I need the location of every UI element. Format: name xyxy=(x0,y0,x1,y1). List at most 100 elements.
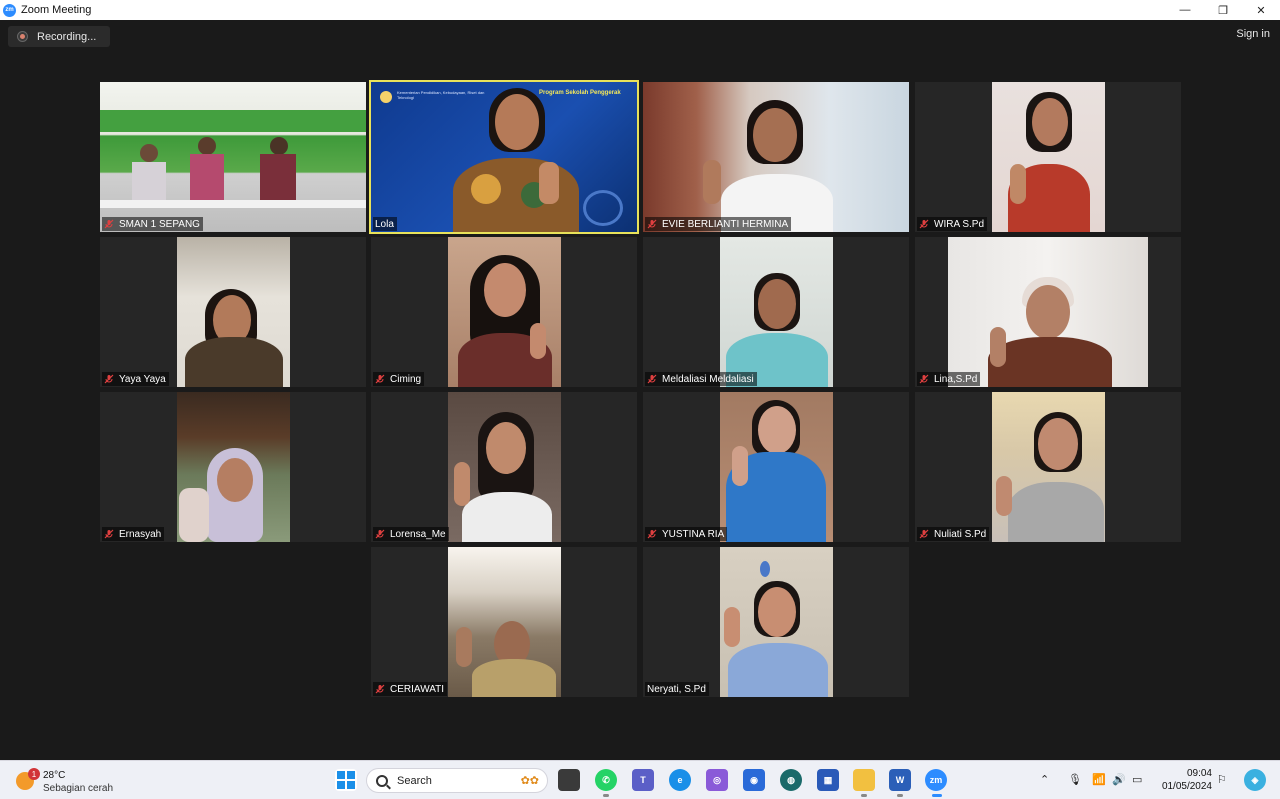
show-hidden-icons-icon[interactable]: ⌃ xyxy=(1040,773,1049,786)
video-feed xyxy=(720,392,833,542)
muted-mic-icon xyxy=(647,374,657,384)
muted-mic-icon xyxy=(375,374,385,384)
participant-name-tag: Nuliati S.Pd xyxy=(917,527,990,541)
search-label: Search xyxy=(397,774,432,787)
sign-in-link[interactable]: Sign in xyxy=(1236,28,1270,40)
muted-mic-icon xyxy=(919,529,929,539)
video-tile[interactable]: Nuliati S.Pd xyxy=(915,392,1181,542)
video-tile-active-speaker[interactable]: Kementerian Pendidikan, Kebudayaan, Rise… xyxy=(369,80,639,234)
wifi-icon[interactable]: 📶 xyxy=(1092,773,1106,786)
participant-name-tag: Lina,S.Pd xyxy=(917,372,981,386)
windows-taskbar: 1 28°C Sebagian cerah Search ✿✿ ✆ T e ◎ … xyxy=(0,760,1280,799)
weather-description: Sebagian cerah xyxy=(43,783,114,794)
video-feed xyxy=(643,82,909,232)
copilot-icon[interactable]: ◎ xyxy=(706,769,728,791)
muted-mic-icon xyxy=(104,374,114,384)
video-feed xyxy=(448,547,561,697)
volume-icon[interactable]: 🔊 xyxy=(1112,773,1126,786)
participant-name-tag: Lola xyxy=(373,217,397,231)
participant-name: Lorensa_Me xyxy=(390,528,446,540)
running-indicator xyxy=(861,794,867,797)
video-tile[interactable]: Neryati, S.Pd xyxy=(643,547,909,697)
task-view-icon[interactable] xyxy=(558,769,580,791)
video-tile[interactable]: Ernasyah xyxy=(100,392,366,542)
video-tile[interactable]: YUSTINA RIA xyxy=(643,392,909,542)
video-tile[interactable]: SMAN 1 SEPANG xyxy=(100,82,366,232)
recording-icon xyxy=(17,31,28,42)
video-tile[interactable]: Ciming xyxy=(371,237,637,387)
taskbar-clock[interactable]: 09:04 01/05/2024 xyxy=(1162,767,1212,793)
store-icon[interactable]: ▦ xyxy=(817,769,839,791)
participant-name: Nuliati S.Pd xyxy=(934,528,987,540)
video-feed xyxy=(177,392,290,542)
microphone-icon[interactable]: 🎙 xyxy=(1068,773,1082,786)
muted-mic-icon xyxy=(104,219,114,229)
teams-icon[interactable]: T xyxy=(632,769,654,791)
video-tile[interactable]: EVIE BERLIANTI HERMINA xyxy=(643,82,909,232)
video-tile[interactable]: CERIAWATI xyxy=(371,547,637,697)
search-icon xyxy=(376,774,388,787)
participant-name-tag: Lorensa_Me xyxy=(373,527,449,541)
clock-date: 01/05/2024 xyxy=(1161,781,1212,792)
restore-button[interactable]: ❐ xyxy=(1204,0,1242,20)
browser-icon[interactable]: ◍ xyxy=(780,769,802,791)
participant-name: Lina,S.Pd xyxy=(934,373,978,385)
video-tile[interactable]: Yaya Yaya xyxy=(100,237,366,387)
taskbar-search-box[interactable]: Search ✿✿ xyxy=(366,768,548,793)
participant-name: SMAN 1 SEPANG xyxy=(119,218,200,230)
participant-name-tag: Ciming xyxy=(373,372,425,386)
file-explorer-icon[interactable] xyxy=(853,769,875,791)
weather-temperature: 28°C xyxy=(43,770,66,781)
video-feed: Kementerian Pendidikan, Kebudayaan, Rise… xyxy=(371,82,637,232)
notification-badge: 1 xyxy=(28,768,40,780)
participant-name-tag: Yaya Yaya xyxy=(102,372,169,386)
participant-name: CERIAWATI xyxy=(390,683,445,695)
participant-name-tag: WIRA S.Pd xyxy=(917,217,988,231)
battery-icon[interactable]: ▭ xyxy=(1132,773,1142,786)
participant-name-tag: Neryati, S.Pd xyxy=(645,682,709,696)
clock-time: 09:04 xyxy=(1186,768,1212,779)
muted-mic-icon xyxy=(104,529,114,539)
video-tile[interactable]: Lina,S.Pd xyxy=(915,237,1181,387)
video-tile[interactable]: WIRA S.Pd xyxy=(915,82,1181,232)
meeting-gallery: Recording... Sign in SMAN 1 SEPANG Kemen… xyxy=(0,20,1280,760)
video-tile[interactable]: Meldaliasi Meldaliasi xyxy=(643,237,909,387)
recording-label: Recording... xyxy=(37,30,97,43)
edge-icon[interactable]: e xyxy=(669,769,691,791)
participant-name-tag: Meldaliasi Meldaliasi xyxy=(645,372,757,386)
window-titlebar: zm Zoom Meeting — ❐ ✕ xyxy=(0,0,1280,20)
participant-name-tag: SMAN 1 SEPANG xyxy=(102,217,203,231)
participant-name: Lola xyxy=(375,218,394,230)
search-highlight-icon: ✿✿ xyxy=(520,775,539,787)
slide-brand: Kementerian Pendidikan, Kebudayaan, Rise… xyxy=(397,90,485,100)
video-feed xyxy=(992,392,1105,542)
whatsapp-icon[interactable]: ✆ xyxy=(595,769,617,791)
participant-name: EVIE BERLIANTI HERMINA xyxy=(662,218,789,230)
participant-name-tag: YUSTINA RIA xyxy=(645,527,728,541)
participant-name: YUSTINA RIA xyxy=(662,528,725,540)
notification-icon[interactable]: ⚐ xyxy=(1217,773,1227,786)
muted-mic-icon xyxy=(375,529,385,539)
word-icon[interactable]: W xyxy=(889,769,911,791)
running-indicator xyxy=(603,794,609,797)
participant-name: Neryati, S.Pd xyxy=(647,683,706,695)
windows-start-icon[interactable] xyxy=(335,769,357,791)
weather-widget[interactable]: 1 28°C Sebagian cerah xyxy=(14,766,124,794)
video-feed xyxy=(720,237,833,387)
app-icon[interactable]: ◉ xyxy=(743,769,765,791)
running-indicator xyxy=(897,794,903,797)
copilot-pre-icon[interactable]: ◈ xyxy=(1244,769,1266,791)
participant-name: Ciming xyxy=(390,373,422,385)
participant-name: Meldaliasi Meldaliasi xyxy=(662,373,754,385)
participant-name-tag: CERIAWATI xyxy=(373,682,448,696)
video-tile[interactable]: Lorensa_Me xyxy=(371,392,637,542)
video-feed xyxy=(177,237,290,387)
video-feed xyxy=(720,547,833,697)
video-feed xyxy=(992,82,1105,232)
zoom-taskbar-icon[interactable]: zm xyxy=(925,769,947,791)
recording-indicator[interactable]: Recording... xyxy=(8,26,110,47)
window-controls: — ❐ ✕ xyxy=(1166,0,1280,20)
close-button[interactable]: ✕ xyxy=(1242,0,1280,20)
minimize-button[interactable]: — xyxy=(1166,0,1204,20)
video-feed xyxy=(448,237,561,387)
